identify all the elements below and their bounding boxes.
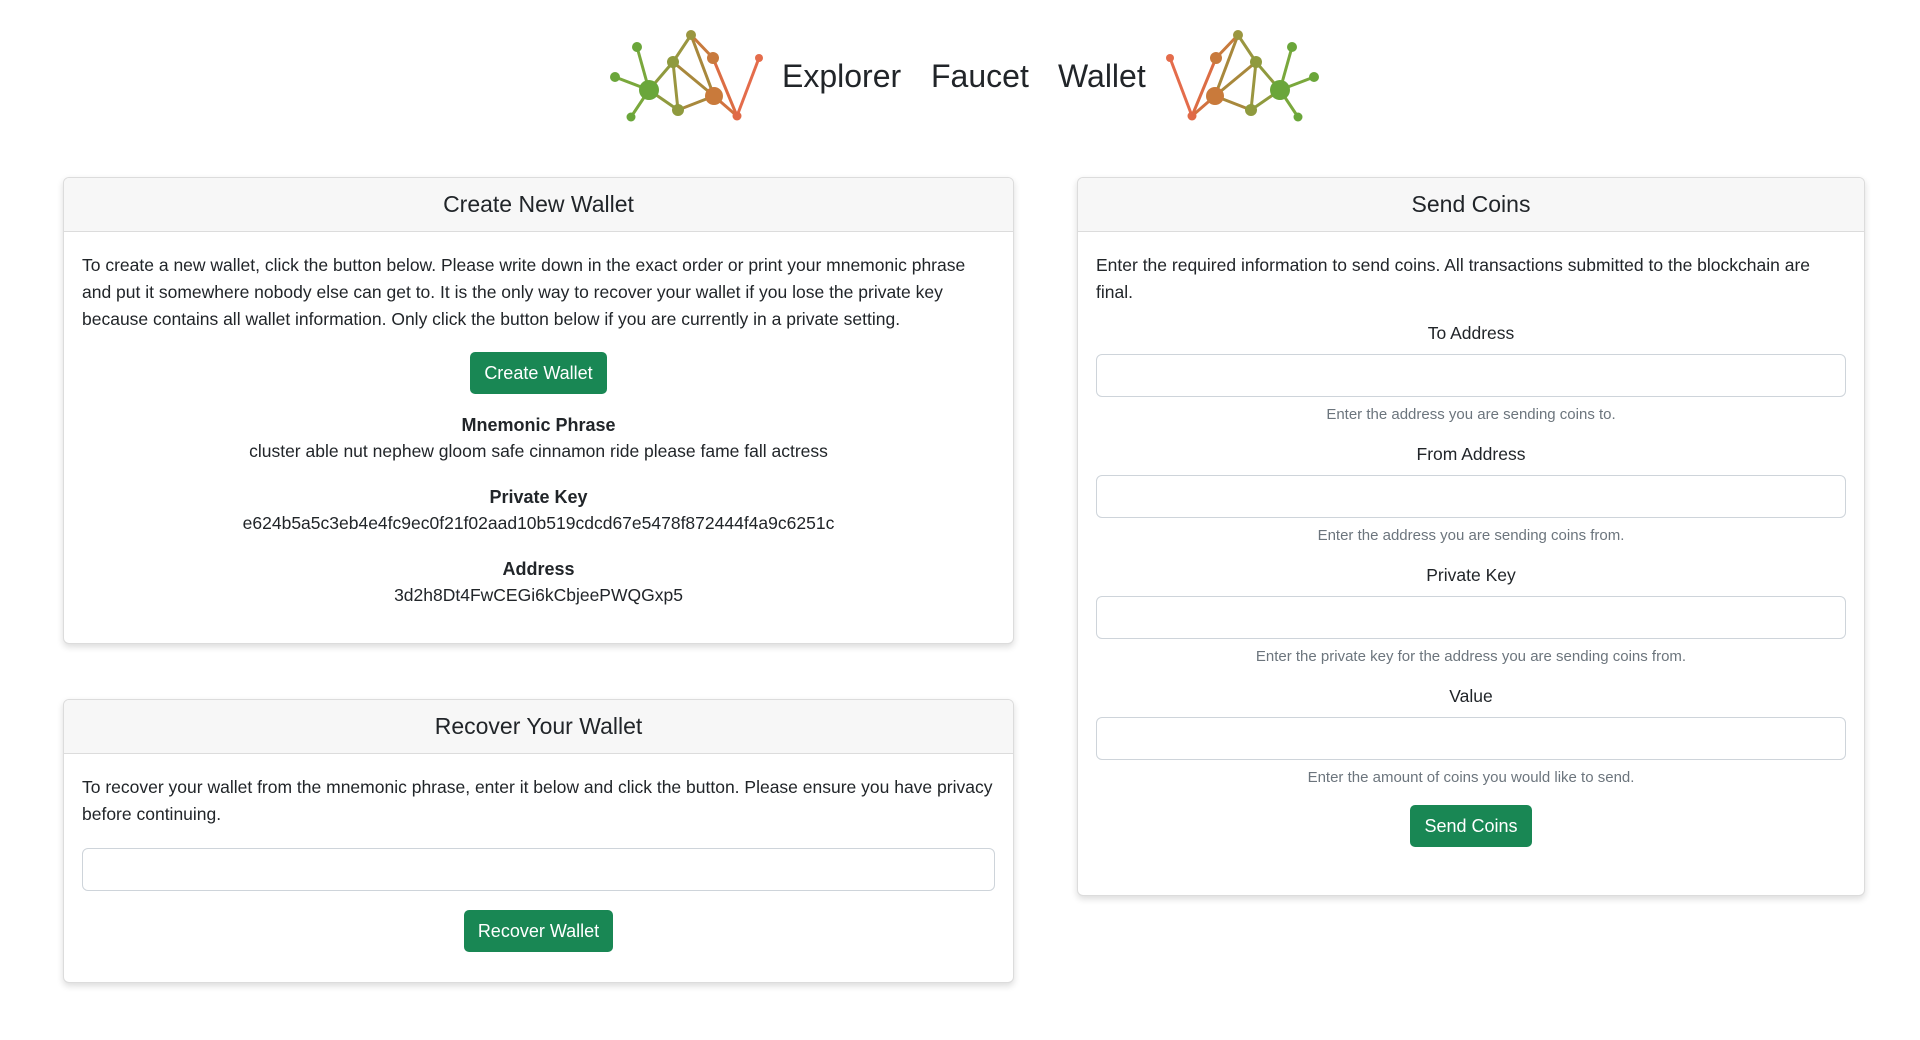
private-key-value: e624b5a5c3eb4e4fc9ec0f21f02aad10b519cdcd…: [242, 513, 835, 533]
nav-link-wallet[interactable]: Wallet: [1058, 56, 1146, 96]
from-address-help: Enter the address you are sending coins …: [1317, 527, 1625, 544]
private-key-group: Private Key Enter the private key for th…: [1096, 563, 1846, 667]
top-navigation: Explorer Faucet Wallet: [0, 0, 1920, 155]
mnemonic-input[interactable]: [82, 848, 995, 891]
value-label: Value: [1449, 686, 1493, 706]
nav-link-explorer[interactable]: Explorer: [782, 56, 901, 96]
create-wallet-intro: To create a new wallet, click the button…: [82, 255, 966, 329]
recover-wallet-title: Recover Your Wallet: [64, 700, 1013, 754]
recover-wallet-button[interactable]: Recover Wallet: [463, 910, 614, 952]
address-section: Address 3d2h8Dt4FwCEGi6kCbjeePWQGxp5: [82, 556, 995, 608]
create-wallet-title: Create New Wallet: [64, 178, 1013, 232]
value-group: Value Enter the amount of coins you woul…: [1096, 684, 1846, 788]
create-wallet-button[interactable]: Create Wallet: [470, 352, 607, 394]
send-coins-title: Send Coins: [1078, 178, 1864, 232]
to-address-help: Enter the address you are sending coins …: [1326, 406, 1616, 423]
private-key-help: Enter the private key for the address yo…: [1255, 648, 1687, 665]
value-help: Enter the amount of coins you would like…: [1307, 769, 1635, 786]
send-coins-card: Send Coins Enter the required informatio…: [1077, 177, 1865, 896]
private-key-section: Private Key e624b5a5c3eb4e4fc9ec0f21f02a…: [82, 484, 995, 536]
mnemonic-label: Mnemonic Phrase: [461, 415, 616, 435]
from-address-input[interactable]: [1096, 475, 1846, 518]
create-wallet-card: Create New Wallet To create a new wallet…: [63, 177, 1014, 644]
private-key-input[interactable]: [1096, 596, 1846, 639]
to-address-group: To Address Enter the address you are sen…: [1096, 321, 1846, 425]
from-address-label: From Address: [1416, 444, 1526, 464]
recover-wallet-intro: To recover your wallet from the mnemonic…: [82, 777, 993, 824]
recover-wallet-card: Recover Your Wallet To recover your wall…: [63, 699, 1014, 983]
private-key-label: Private Key: [489, 487, 588, 507]
value-input[interactable]: [1096, 717, 1846, 760]
to-address-input[interactable]: [1096, 354, 1846, 397]
private-key-field-label: Private Key: [1426, 565, 1516, 585]
mnemonic-value: cluster able nut nephew gloom safe cinna…: [249, 441, 828, 461]
network-logo-icon: [609, 30, 769, 130]
send-coins-intro: Enter the required information to send c…: [1096, 255, 1811, 302]
send-coins-button[interactable]: Send Coins: [1410, 805, 1532, 847]
to-address-label: To Address: [1427, 323, 1515, 343]
address-label: Address: [502, 559, 575, 579]
from-address-group: From Address Enter the address you are s…: [1096, 442, 1846, 546]
network-logo-icon: [1160, 30, 1320, 130]
nav-link-faucet[interactable]: Faucet: [931, 56, 1029, 96]
address-value: 3d2h8Dt4FwCEGi6kCbjeePWQGxp5: [394, 585, 683, 605]
mnemonic-section: Mnemonic Phrase cluster able nut nephew …: [82, 412, 995, 464]
